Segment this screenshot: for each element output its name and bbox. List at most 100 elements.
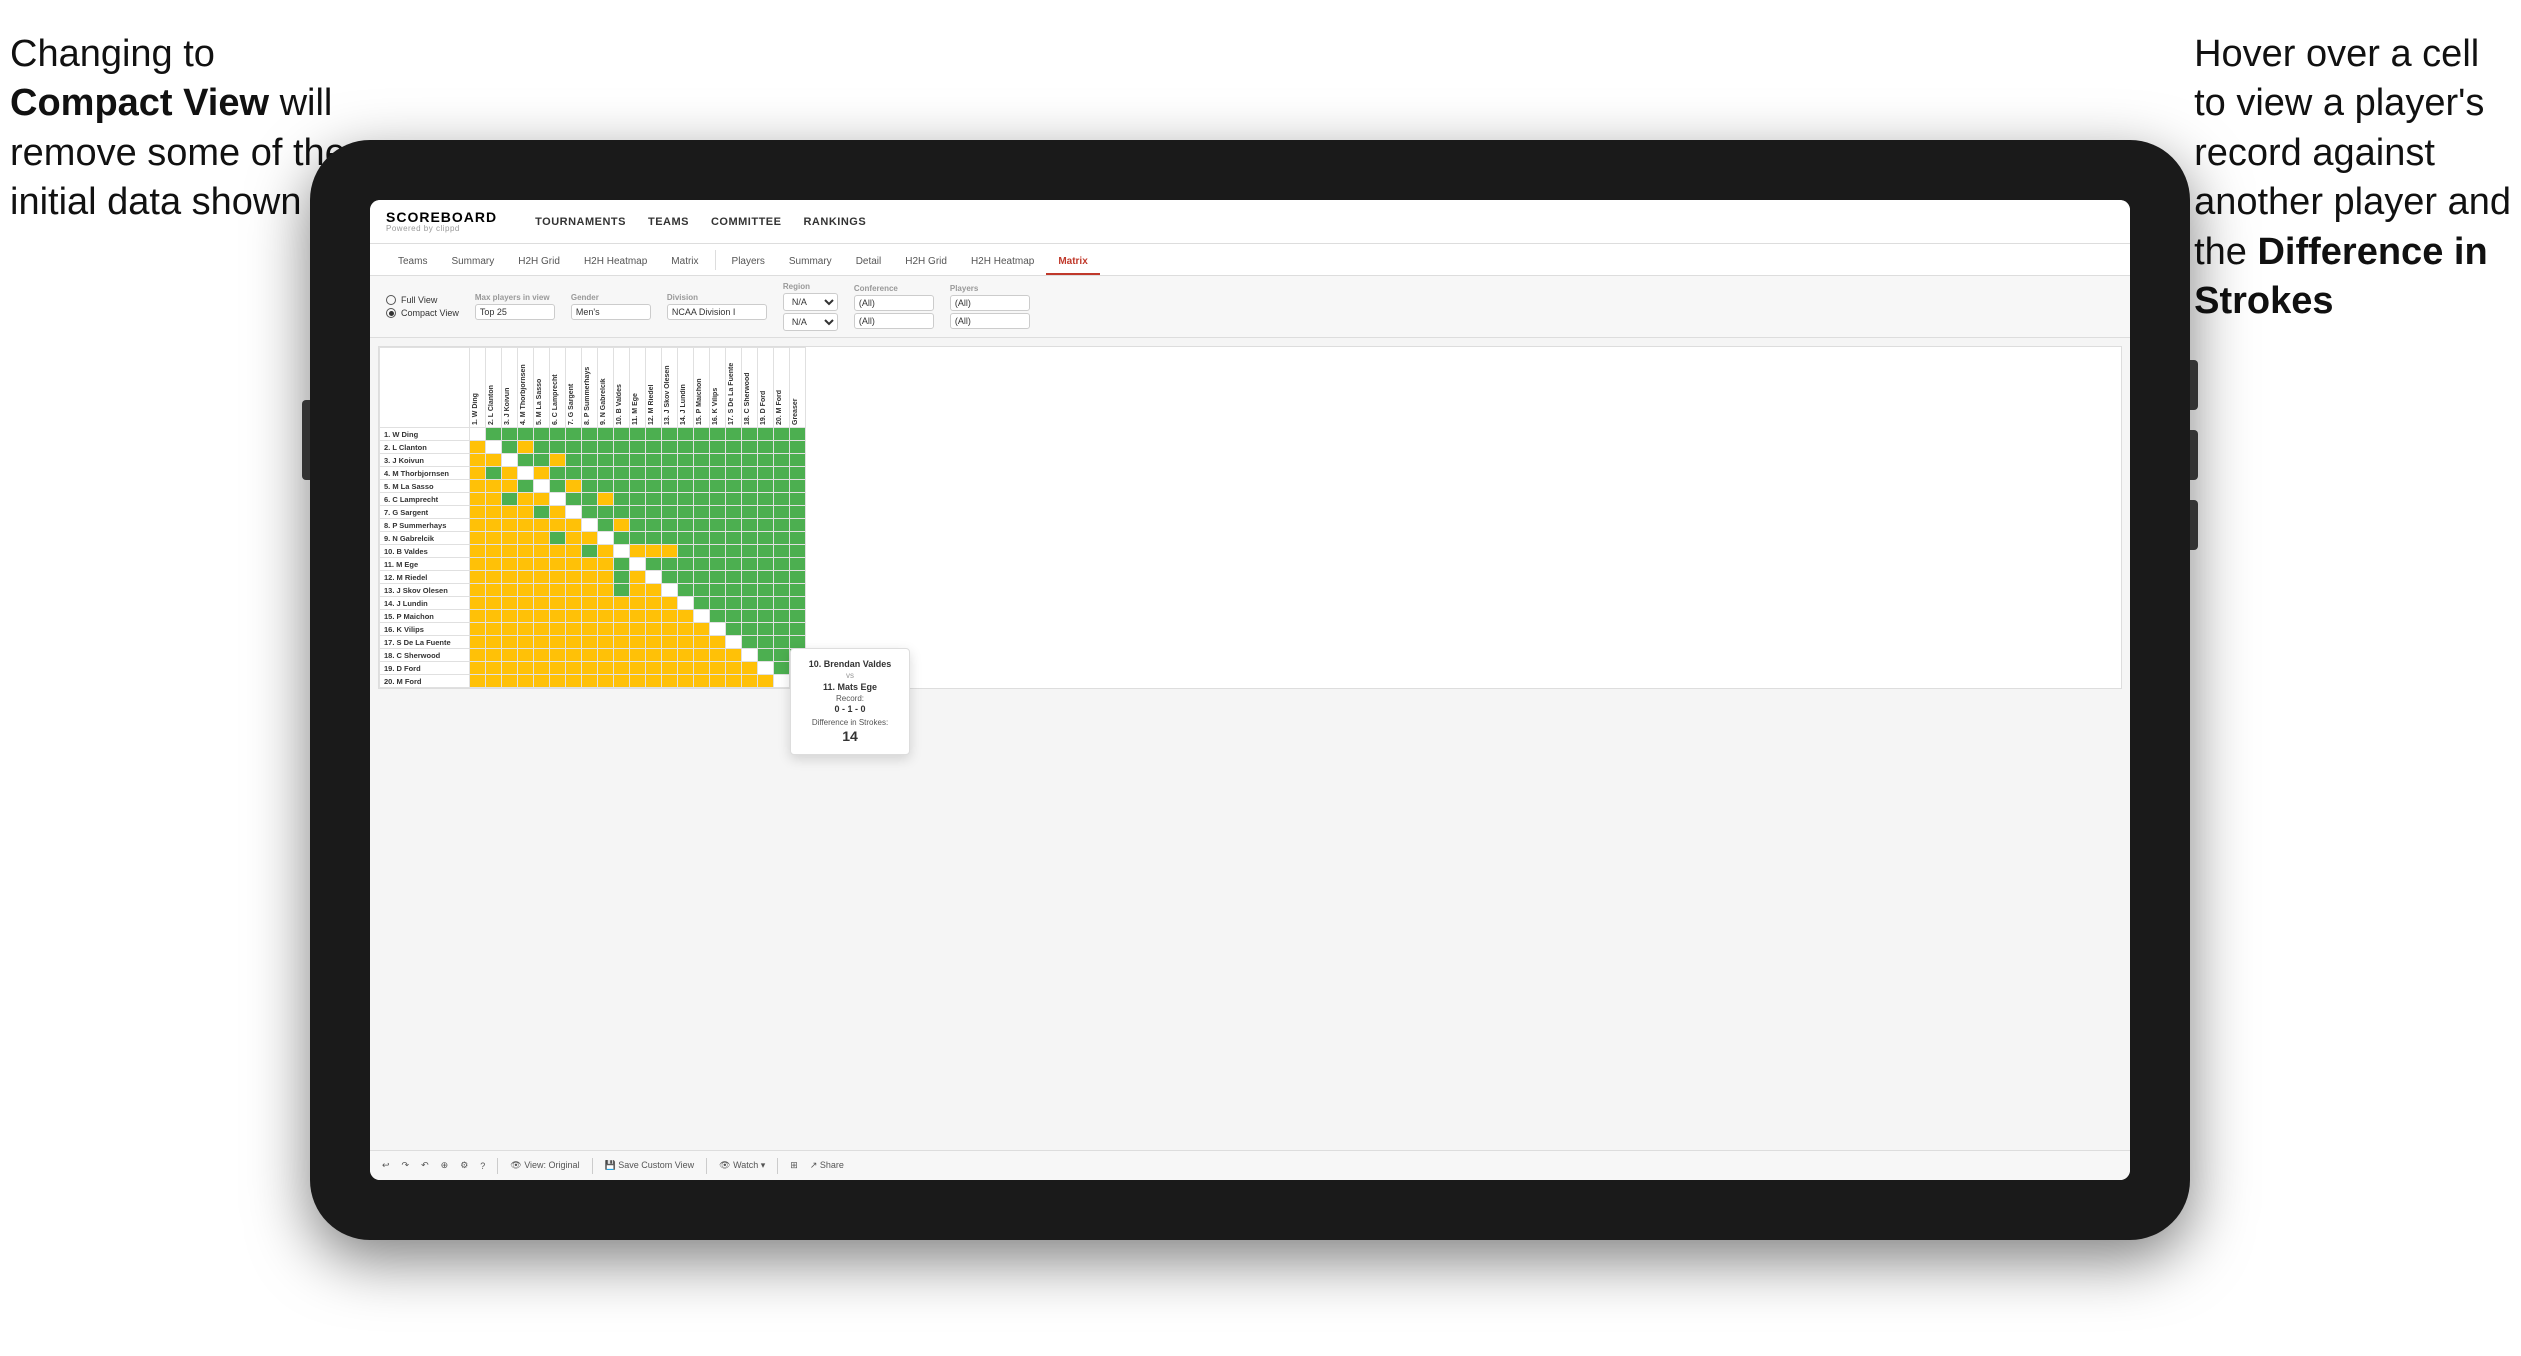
matrix-cell-11-15[interactable] [710,571,726,584]
matrix-cell-4-18[interactable] [758,480,774,493]
matrix-cell-5-15[interactable] [710,493,726,506]
matrix-cell-15-11[interactable] [646,623,662,636]
matrix-cell-10-8[interactable] [598,558,614,571]
matrix-cell-3-5[interactable] [550,467,566,480]
matrix-cell-0-11[interactable] [646,428,662,441]
matrix-cell-13-14[interactable] [694,597,710,610]
matrix-cell-8-1[interactable] [486,532,502,545]
matrix-cell-11-19[interactable] [774,571,790,584]
matrix-cell-10-0[interactable] [470,558,486,571]
matrix-cell-18-3[interactable] [518,662,534,675]
matrix-cell-6-0[interactable] [470,506,486,519]
matrix-cell-7-9[interactable] [614,519,630,532]
matrix-cell-13-17[interactable] [742,597,758,610]
matrix-cell-4-12[interactable] [662,480,678,493]
matrix-cell-3-16[interactable] [726,467,742,480]
tab-detail[interactable]: Detail [844,250,894,275]
matrix-cell-3-4[interactable] [534,467,550,480]
matrix-cell-9-17[interactable] [742,545,758,558]
matrix-cell-15-8[interactable] [598,623,614,636]
matrix-cell-4-19[interactable] [774,480,790,493]
matrix-cell-17-13[interactable] [678,649,694,662]
matrix-cell-8-13[interactable] [678,532,694,545]
matrix-cell-5-7[interactable] [582,493,598,506]
matrix-cell-2-0[interactable] [470,454,486,467]
matrix-cell-15-2[interactable] [502,623,518,636]
matrix-cell-17-17[interactable] [742,649,758,662]
matrix-cell-9-13[interactable] [678,545,694,558]
matrix-cell-18-12[interactable] [662,662,678,675]
matrix-cell-14-5[interactable] [550,610,566,623]
matrix-cell-11-7[interactable] [582,571,598,584]
matrix-cell-3-2[interactable] [502,467,518,480]
matrix-cell-10-2[interactable] [502,558,518,571]
tab-summary-2[interactable]: Summary [777,250,844,275]
redo-back[interactable]: ↶ [421,1160,429,1171]
matrix-cell-5-2[interactable] [502,493,518,506]
matrix-cell-5-9[interactable] [614,493,630,506]
matrix-cell-11-3[interactable] [518,571,534,584]
matrix-cell-18-14[interactable] [694,662,710,675]
matrix-cell-13-7[interactable] [582,597,598,610]
matrix-cell-12-2[interactable] [502,584,518,597]
matrix-cell-7-7[interactable] [582,519,598,532]
matrix-cell-16-8[interactable] [598,636,614,649]
matrix-cell-13-15[interactable] [710,597,726,610]
tab-matrix-1[interactable]: Matrix [659,250,710,275]
matrix-cell-7-17[interactable] [742,519,758,532]
matrix-cell-9-11[interactable] [646,545,662,558]
tab-matrix-active[interactable]: Matrix [1046,250,1099,275]
matrix-cell-1-8[interactable] [598,441,614,454]
matrix-cell-0-8[interactable] [598,428,614,441]
matrix-cell-0-14[interactable] [694,428,710,441]
matrix-cell-6-12[interactable] [662,506,678,519]
matrix-cell-1-5[interactable] [550,441,566,454]
max-players-select[interactable]: Top 25 [475,304,555,320]
matrix-cell-4-6[interactable] [566,480,582,493]
matrix-cell-5-16[interactable] [726,493,742,506]
matrix-cell-7-18[interactable] [758,519,774,532]
tab-teams[interactable]: Teams [386,250,439,275]
matrix-cell-2-13[interactable] [678,454,694,467]
matrix-cell-11-9[interactable] [614,571,630,584]
matrix-cell-2-9[interactable] [614,454,630,467]
matrix-cell-1-12[interactable] [662,441,678,454]
matrix-cell-0-6[interactable] [566,428,582,441]
matrix-cell-1-15[interactable] [710,441,726,454]
matrix-area[interactable]: 1. W Ding2. L Clanton3. J Koivun4. M Tho… [370,338,2130,1150]
matrix-cell-7-12[interactable] [662,519,678,532]
matrix-cell-12-7[interactable] [582,584,598,597]
matrix-cell-9-14[interactable] [694,545,710,558]
matrix-cell-16-11[interactable] [646,636,662,649]
matrix-cell-0-16[interactable] [726,428,742,441]
matrix-cell-15-9[interactable] [614,623,630,636]
matrix-cell-0-15[interactable] [710,428,726,441]
matrix-cell-18-13[interactable] [678,662,694,675]
matrix-cell-9-12[interactable] [662,545,678,558]
matrix-cell-6-13[interactable] [678,506,694,519]
matrix-cell-1-18[interactable] [758,441,774,454]
matrix-cell-14-6[interactable] [566,610,582,623]
matrix-cell-3-11[interactable] [646,467,662,480]
matrix-cell-14-19[interactable] [774,610,790,623]
matrix-cell-12-12[interactable] [662,584,678,597]
matrix-cell-18-19[interactable] [774,662,790,675]
matrix-cell-16-7[interactable] [582,636,598,649]
matrix-cell-1-13[interactable] [678,441,694,454]
matrix-cell-19-7[interactable] [582,675,598,688]
matrix-cell-14-2[interactable] [502,610,518,623]
matrix-cell-8-15[interactable] [710,532,726,545]
matrix-cell-1-6[interactable] [566,441,582,454]
matrix-cell-5-20[interactable] [790,493,806,506]
matrix-cell-7-19[interactable] [774,519,790,532]
matrix-cell-19-4[interactable] [534,675,550,688]
matrix-cell-4-15[interactable] [710,480,726,493]
matrix-cell-18-18[interactable] [758,662,774,675]
matrix-cell-17-15[interactable] [710,649,726,662]
matrix-cell-12-11[interactable] [646,584,662,597]
matrix-cell-5-11[interactable] [646,493,662,506]
view-compact-option[interactable]: Compact View [386,308,459,318]
matrix-cell-15-13[interactable] [678,623,694,636]
matrix-cell-8-16[interactable] [726,532,742,545]
matrix-cell-5-8[interactable] [598,493,614,506]
